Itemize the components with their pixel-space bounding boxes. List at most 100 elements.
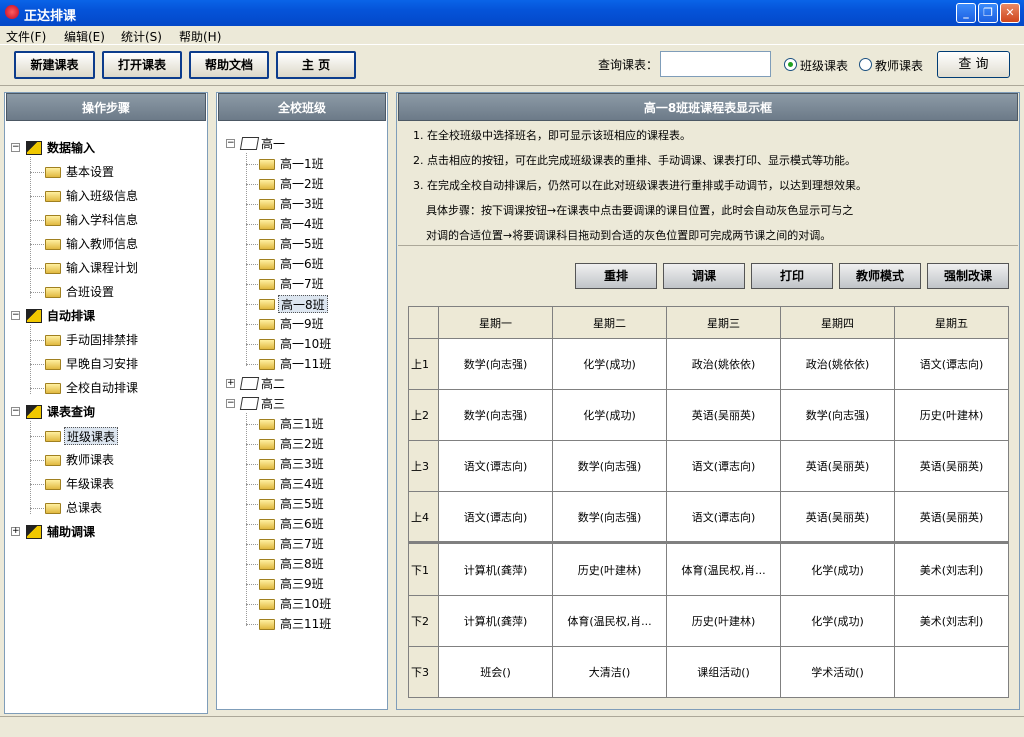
force-change-button[interactable]: 强制改课 xyxy=(927,263,1009,289)
schedule-cell[interactable]: 体育(温民权,肖... xyxy=(666,541,781,596)
class-item[interactable]: 高三7班 xyxy=(278,535,326,553)
class-item[interactable]: 高三4班 xyxy=(278,475,326,493)
schedule-cell[interactable]: 英语(吴丽英) xyxy=(780,491,895,543)
close-button[interactable]: ✕ xyxy=(1000,3,1020,23)
class-item[interactable]: 高一6班 xyxy=(278,255,326,273)
menu-stats[interactable]: 统计(S) xyxy=(121,28,162,45)
schedule-cell[interactable]: 美术(刘志利) xyxy=(894,595,1009,647)
class-item[interactable]: 高一5班 xyxy=(278,235,326,253)
grade-3[interactable]: 高三 xyxy=(261,395,285,413)
schedule-cell[interactable]: 美术(刘志利) xyxy=(894,541,1009,596)
query-button[interactable]: 查 询 xyxy=(937,51,1010,78)
schedule-cell[interactable]: 化学(成功) xyxy=(780,595,895,647)
step-item[interactable]: 输入课程计划 xyxy=(64,259,140,277)
schedule-cell[interactable]: 数学(向志强) xyxy=(552,491,667,543)
schedule-cell[interactable]: 历史(叶建林) xyxy=(894,389,1009,441)
schedule-cell[interactable]: 课组活动() xyxy=(666,646,781,698)
schedule-cell[interactable]: 英语(吴丽英) xyxy=(894,491,1009,543)
schedule-cell[interactable]: 数学(向志强) xyxy=(438,389,553,441)
home-button[interactable]: 主 页 xyxy=(276,51,356,79)
expand-toggle[interactable]: − xyxy=(11,311,20,320)
schedule-cell[interactable]: 计算机(龚萍) xyxy=(438,595,553,647)
step-item[interactable]: 早晚自习安排 xyxy=(64,355,140,373)
class-item[interactable]: 高一7班 xyxy=(278,275,326,293)
schedule-cell[interactable]: 语文(谭志向) xyxy=(666,491,781,543)
step-group-4[interactable]: 辅助调课 xyxy=(47,523,95,541)
adjust-class-button[interactable]: 调课 xyxy=(663,263,745,289)
step-item[interactable]: 年级课表 xyxy=(64,475,116,493)
schedule-cell[interactable]: 历史(叶建林) xyxy=(666,595,781,647)
schedule-cell[interactable]: 班会() xyxy=(438,646,553,698)
class-item[interactable]: 高三3班 xyxy=(278,455,326,473)
class-item[interactable]: 高三1班 xyxy=(278,415,326,433)
step-item[interactable]: 基本设置 xyxy=(64,163,116,181)
schedule-cell[interactable]: 数学(向志强) xyxy=(438,338,553,390)
step-item[interactable]: 合班设置 xyxy=(64,283,116,301)
schedule-cell[interactable]: 英语(吴丽英) xyxy=(894,440,1009,492)
expand-toggle[interactable]: + xyxy=(226,379,235,388)
class-schedule-radio[interactable] xyxy=(784,58,797,71)
expand-toggle[interactable]: − xyxy=(226,399,235,408)
schedule-cell[interactable]: 语文(谭志向) xyxy=(438,440,553,492)
class-item[interactable]: 高一10班 xyxy=(278,335,333,353)
schedule-cell[interactable]: 历史(叶建林) xyxy=(552,541,667,596)
expand-toggle[interactable]: + xyxy=(11,527,20,536)
schedule-cell[interactable]: 语文(谭志向) xyxy=(438,491,553,543)
class-item[interactable]: 高一1班 xyxy=(278,155,326,173)
schedule-cell[interactable]: 语文(谭志向) xyxy=(894,338,1009,390)
expand-toggle[interactable]: − xyxy=(11,407,20,416)
query-input[interactable] xyxy=(660,51,771,77)
schedule-cell[interactable]: 学术活动() xyxy=(780,646,895,698)
expand-toggle[interactable]: − xyxy=(11,143,20,152)
menu-edit[interactable]: 编辑(E) xyxy=(64,28,105,45)
maximize-button[interactable]: ❐ xyxy=(978,3,998,23)
schedule-cell[interactable]: 大清洁() xyxy=(552,646,667,698)
class-item[interactable]: 高三8班 xyxy=(278,555,326,573)
class-item[interactable]: 高一11班 xyxy=(278,355,333,373)
class-item[interactable]: 高一3班 xyxy=(278,195,326,213)
step-item[interactable]: 输入教师信息 xyxy=(64,235,140,253)
schedule-cell[interactable]: 语文(谭志向) xyxy=(666,440,781,492)
minimize-button[interactable]: _ xyxy=(956,3,976,23)
schedule-cell[interactable]: 化学(成功) xyxy=(552,338,667,390)
step-item[interactable]: 总课表 xyxy=(64,499,104,517)
schedule-cell[interactable]: 政治(姚依依) xyxy=(666,338,781,390)
step-item[interactable]: 班级课表 xyxy=(64,427,119,445)
expand-toggle[interactable]: − xyxy=(226,139,235,148)
step-group-3[interactable]: 课表查询 xyxy=(47,403,95,421)
step-item[interactable]: 输入班级信息 xyxy=(64,187,140,205)
step-group-1[interactable]: 数据输入 xyxy=(47,139,95,157)
step-item[interactable]: 输入学科信息 xyxy=(64,211,140,229)
schedule-cell[interactable]: 政治(姚依依) xyxy=(780,338,895,390)
step-item[interactable]: 全校自动排课 xyxy=(64,379,140,397)
step-item[interactable]: 手动固排禁排 xyxy=(64,331,140,349)
teacher-mode-button[interactable]: 教师模式 xyxy=(839,263,921,289)
step-group-2[interactable]: 自动排课 xyxy=(47,307,95,325)
schedule-cell[interactable]: 体育(温民权,肖... xyxy=(552,595,667,647)
grade-1[interactable]: 高一 xyxy=(261,135,285,153)
schedule-cell[interactable]: 英语(吴丽英) xyxy=(780,440,895,492)
class-item[interactable]: 高三9班 xyxy=(278,575,326,593)
schedule-cell[interactable]: 数学(向志强) xyxy=(780,389,895,441)
print-button[interactable]: 打印 xyxy=(751,263,833,289)
schedule-cell[interactable]: 化学(成功) xyxy=(552,389,667,441)
menu-help[interactable]: 帮助(H) xyxy=(179,28,221,45)
class-item[interactable]: 高三6班 xyxy=(278,515,326,533)
class-item[interactable]: 高三5班 xyxy=(278,495,326,513)
teacher-schedule-radio[interactable] xyxy=(859,58,872,71)
schedule-cell[interactable]: 计算机(龚萍) xyxy=(438,541,553,596)
schedule-cell[interactable]: 数学(向志强) xyxy=(552,440,667,492)
new-schedule-button[interactable]: 新建课表 xyxy=(14,51,95,79)
class-item[interactable]: 高一4班 xyxy=(278,215,326,233)
grade-2[interactable]: 高二 xyxy=(261,375,285,393)
class-item[interactable]: 高三10班 xyxy=(278,595,333,613)
class-item[interactable]: 高一2班 xyxy=(278,175,326,193)
class-item[interactable]: 高三2班 xyxy=(278,435,326,453)
reschedule-button[interactable]: 重排 xyxy=(575,263,657,289)
step-item[interactable]: 教师课表 xyxy=(64,451,116,469)
schedule-cell[interactable]: 英语(吴丽英) xyxy=(666,389,781,441)
schedule-cell[interactable]: 化学(成功) xyxy=(780,541,895,596)
menu-file[interactable]: 文件(F) xyxy=(6,28,46,45)
class-item[interactable]: 高一9班 xyxy=(278,315,326,333)
help-docs-button[interactable]: 帮助文档 xyxy=(189,51,269,79)
